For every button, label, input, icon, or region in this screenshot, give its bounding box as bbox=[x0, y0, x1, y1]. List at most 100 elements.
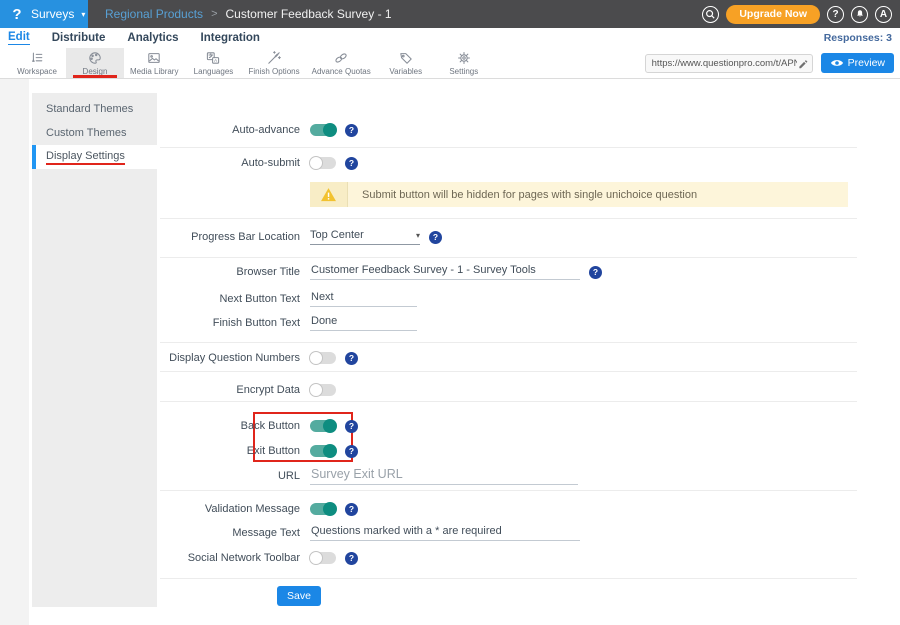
languages-icon: A bbox=[205, 50, 221, 66]
row-next-button-text: Next Button Text bbox=[160, 287, 857, 311]
divider bbox=[160, 218, 857, 219]
tab-label: Settings bbox=[449, 67, 478, 76]
validation-message-help-icon[interactable]: ? bbox=[345, 503, 358, 516]
divider bbox=[160, 147, 857, 148]
breadcrumb-separator: > bbox=[211, 8, 217, 20]
upgrade-now-button[interactable]: Upgrade Now bbox=[726, 5, 820, 24]
tab-label: Finish Options bbox=[248, 67, 299, 76]
sidebar-item-label: Standard Themes bbox=[46, 103, 133, 115]
tab-languages[interactable]: A Languages bbox=[184, 48, 242, 78]
survey-url-field[interactable]: https://www.questionpro.com/t/APNrFZ bbox=[645, 54, 813, 73]
account-avatar[interactable]: A bbox=[875, 6, 892, 23]
social-network-toolbar-help-icon[interactable]: ? bbox=[345, 552, 358, 565]
questionpro-logo-icon: ? bbox=[9, 6, 25, 22]
browser-title-label: Browser Title bbox=[160, 266, 300, 278]
survey-url-text: https://www.questionpro.com/t/APNrFZ bbox=[652, 58, 797, 69]
row-encrypt-data: Encrypt Data bbox=[160, 378, 857, 402]
back-button-toggle[interactable] bbox=[310, 420, 336, 432]
preview-label: Preview bbox=[848, 57, 885, 69]
tab-label: Design bbox=[83, 67, 108, 76]
exit-button-label: Exit Button bbox=[160, 445, 300, 457]
social-network-toolbar-toggle[interactable] bbox=[310, 552, 336, 564]
tab-finish-options[interactable]: Finish Options bbox=[242, 48, 305, 78]
row-auto-advance: Auto-advance ? bbox=[160, 118, 857, 142]
encrypt-data-toggle[interactable] bbox=[310, 384, 336, 396]
top-bar: ? Surveys ▾ Regional Products > Customer… bbox=[0, 0, 900, 28]
auto-submit-toggle[interactable] bbox=[310, 157, 336, 169]
tab-media-library[interactable]: Media Library bbox=[124, 48, 184, 78]
search-button[interactable] bbox=[702, 6, 719, 23]
tab-design[interactable]: Design bbox=[66, 48, 124, 78]
browser-title-input[interactable] bbox=[310, 264, 580, 280]
product-name: Surveys bbox=[31, 7, 74, 21]
menu-integration[interactable]: Integration bbox=[201, 32, 260, 45]
auto-advance-help-icon[interactable]: ? bbox=[345, 124, 358, 137]
display-question-numbers-help-icon[interactable]: ? bbox=[345, 352, 358, 365]
browser-title-help-icon[interactable]: ? bbox=[589, 266, 602, 279]
sidebar-item-custom-themes[interactable]: Custom Themes bbox=[32, 121, 157, 145]
menu-edit[interactable]: Edit bbox=[8, 31, 30, 45]
exit-url-label: URL bbox=[160, 470, 300, 482]
finish-options-wand-icon bbox=[266, 50, 282, 66]
responses-count[interactable]: Responses: 3 bbox=[824, 32, 892, 44]
tab-settings[interactable]: Settings bbox=[435, 48, 493, 78]
survey-menu: Edit Distribute Analytics Integration Re… bbox=[0, 28, 900, 48]
notifications-button[interactable] bbox=[851, 6, 868, 23]
variables-tag-icon bbox=[398, 50, 414, 66]
auto-submit-help-icon[interactable]: ? bbox=[345, 157, 358, 170]
sidebar-item-label: Display Settings bbox=[46, 150, 125, 165]
product-switcher[interactable]: ? Surveys ▾ bbox=[0, 0, 88, 28]
menu-distribute[interactable]: Distribute bbox=[52, 32, 106, 45]
tab-advance-quotas[interactable]: Advance Quotas bbox=[306, 48, 377, 78]
sidebar-item-label: Custom Themes bbox=[46, 127, 127, 139]
save-button[interactable]: Save bbox=[277, 586, 321, 606]
breadcrumb-folder[interactable]: Regional Products bbox=[105, 7, 203, 21]
row-progress-bar-location: Progress Bar Location Top Center ▾ ? bbox=[160, 225, 857, 249]
finish-button-text-input[interactable] bbox=[310, 315, 417, 331]
left-gutter bbox=[0, 79, 29, 625]
toolbar-right: https://www.questionpro.com/t/APNrFZ Pre… bbox=[645, 48, 900, 78]
exit-url-input[interactable] bbox=[310, 467, 578, 485]
tab-label: Workspace bbox=[17, 67, 57, 76]
sidebar-item-standard-themes[interactable]: Standard Themes bbox=[32, 97, 157, 121]
app-window: ? Surveys ▾ Regional Products > Customer… bbox=[0, 0, 900, 625]
message-text-input[interactable] bbox=[310, 525, 580, 541]
select-caret-icon: ▾ bbox=[416, 231, 420, 240]
progress-bar-location-label: Progress Bar Location bbox=[160, 231, 300, 243]
help-button[interactable]: ? bbox=[827, 6, 844, 23]
warning-triangle-icon bbox=[320, 187, 337, 202]
search-icon bbox=[705, 9, 716, 20]
tab-variables[interactable]: Variables bbox=[377, 48, 435, 78]
display-question-numbers-toggle[interactable] bbox=[310, 352, 336, 364]
edit-pencil-icon[interactable] bbox=[797, 58, 808, 69]
exit-button-help-icon[interactable]: ? bbox=[345, 445, 358, 458]
divider bbox=[160, 371, 857, 372]
menu-analytics[interactable]: Analytics bbox=[127, 32, 178, 45]
social-network-toolbar-label: Social Network Toolbar bbox=[160, 552, 300, 564]
advance-quotas-links-icon bbox=[333, 50, 349, 66]
tab-workspace[interactable]: Workspace bbox=[8, 48, 66, 78]
row-display-question-numbers: Display Question Numbers ? bbox=[160, 346, 857, 370]
display-question-numbers-label: Display Question Numbers bbox=[160, 352, 300, 364]
next-button-text-input[interactable] bbox=[310, 291, 417, 307]
edit-toolbar: Workspace Design Media Library A Languag… bbox=[0, 48, 900, 79]
row-auto-submit: Auto-submit ? bbox=[160, 151, 857, 175]
chevron-down-icon: ▾ bbox=[81, 10, 85, 19]
tab-label: Advance Quotas bbox=[312, 67, 371, 76]
row-validation-message: Validation Message ? bbox=[160, 497, 857, 521]
topbar-actions: Upgrade Now ? A bbox=[702, 5, 900, 24]
preview-button[interactable]: Preview bbox=[821, 53, 894, 73]
divider bbox=[160, 578, 857, 579]
message-text-label: Message Text bbox=[160, 527, 300, 539]
exit-button-toggle[interactable] bbox=[310, 445, 336, 457]
validation-message-toggle[interactable] bbox=[310, 503, 336, 515]
row-social-network-toolbar: Social Network Toolbar ? bbox=[160, 546, 857, 570]
row-exit-button: Exit Button ? bbox=[160, 439, 857, 463]
progress-bar-location-select[interactable]: Top Center ▾ bbox=[310, 229, 420, 245]
progress-bar-help-icon[interactable]: ? bbox=[429, 231, 442, 244]
back-button-help-icon[interactable]: ? bbox=[345, 420, 358, 433]
finish-button-text-label: Finish Button Text bbox=[160, 317, 300, 329]
sidebar-item-display-settings[interactable]: Display Settings bbox=[32, 145, 157, 169]
auto-advance-toggle[interactable] bbox=[310, 124, 336, 136]
design-palette-icon bbox=[87, 50, 103, 66]
